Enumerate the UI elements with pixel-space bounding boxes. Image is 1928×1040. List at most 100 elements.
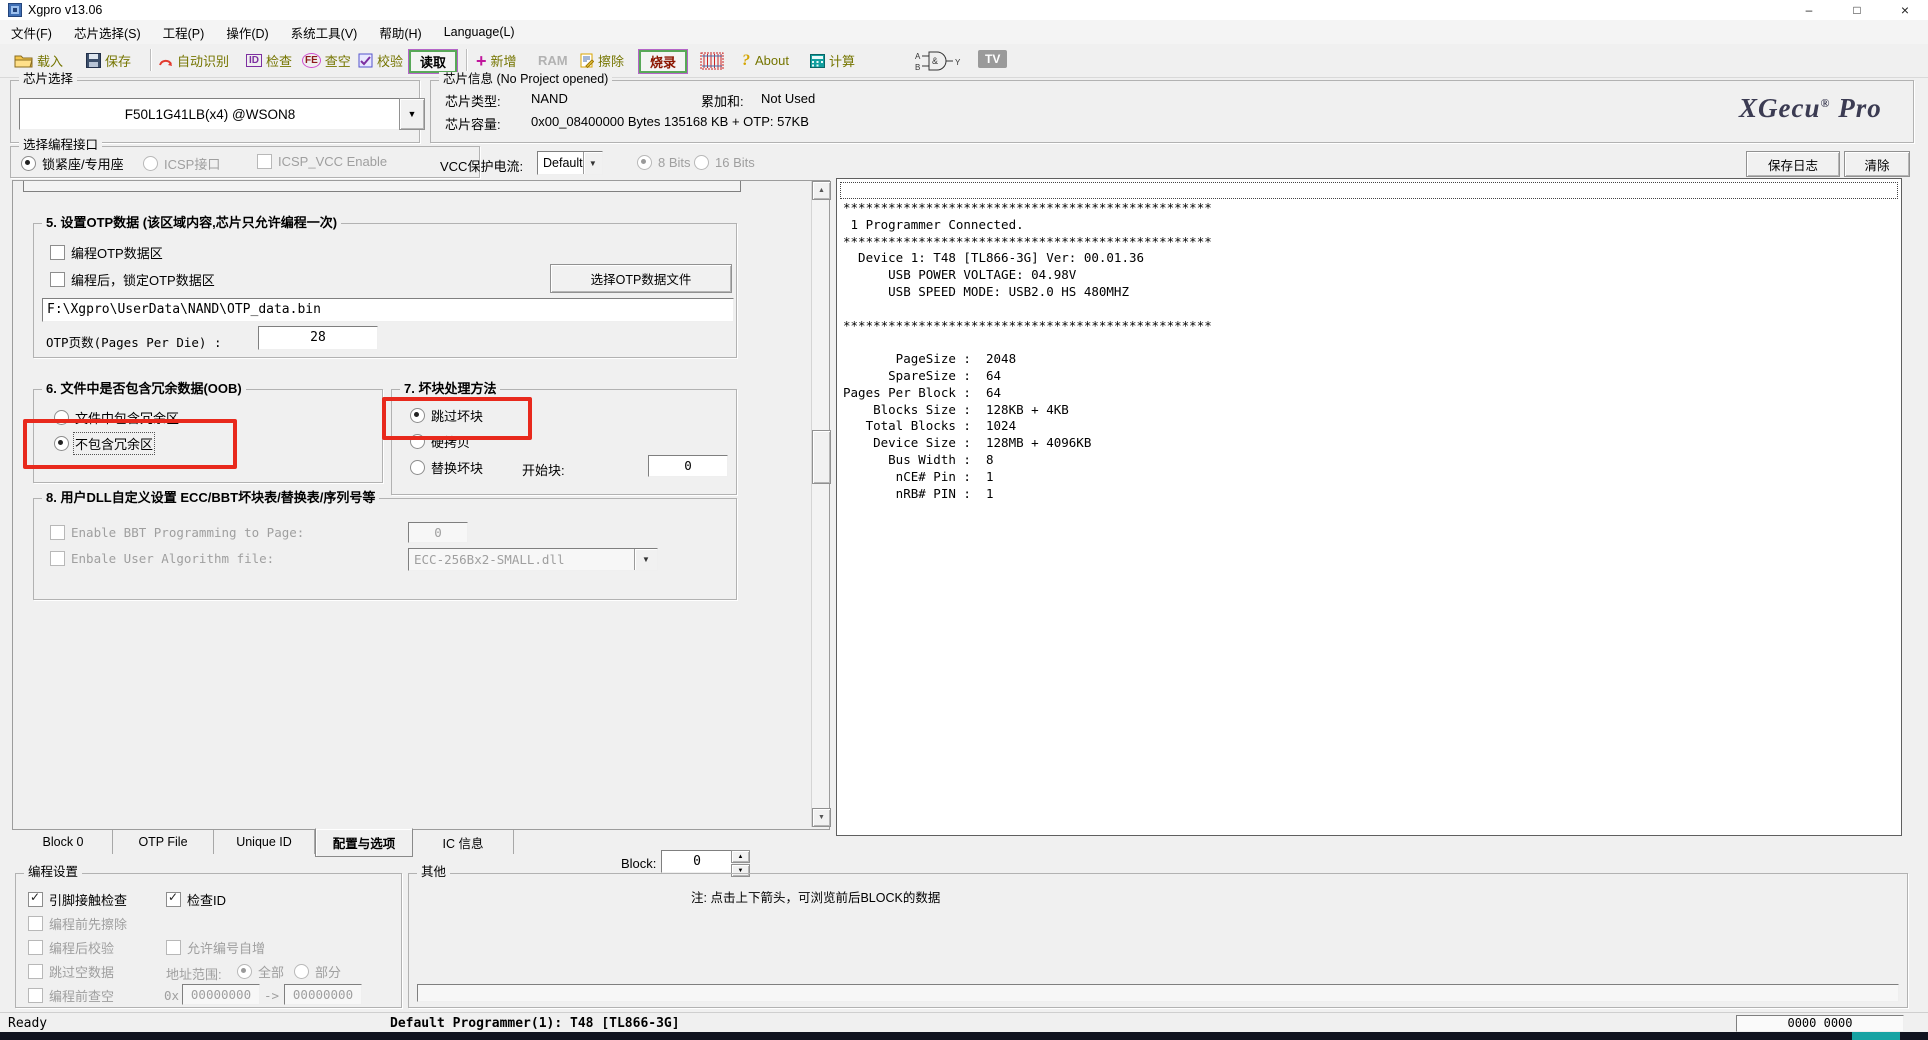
prog-settings-title: 编程设置: [24, 865, 82, 880]
log-panel[interactable]: ****************************************…: [836, 178, 1902, 836]
app-icon: [8, 3, 22, 17]
about-button[interactable]: ? About: [742, 44, 789, 77]
tab-config-options[interactable]: 配置与选项: [315, 828, 413, 857]
svg-text:Y: Y: [955, 58, 961, 67]
socket-tool-button[interactable]: [700, 44, 724, 77]
svg-text:A: A: [915, 52, 921, 61]
calc-button[interactable]: 计算: [810, 44, 855, 77]
scrollbar-up-arrow[interactable]: ▲: [812, 181, 831, 200]
tab-otp-file[interactable]: OTP File: [113, 830, 214, 854]
otp-pages-input[interactable]: 28: [258, 326, 378, 350]
otp-section-title: 5. 设置OTP数据 (该区域内容,芯片只允许编程一次): [42, 215, 341, 230]
close-button[interactable]: ×: [1888, 0, 1922, 20]
hex-prefix-label: 0x: [164, 988, 179, 1003]
xgecu-logo: XGecu® Pro: [1739, 93, 1882, 124]
user-dll-section-title: 8. 用户DLL自定义设置 ECC/BBT坏块表/替换表/序列号等: [42, 490, 379, 505]
otp-data-section: 5. 设置OTP数据 (该区域内容,芯片只允许编程一次) 编程OTP数据区 编程…: [33, 223, 737, 358]
program-otp-checkbox[interactable]: 编程OTP数据区: [50, 243, 163, 262]
choose-otp-file-button[interactable]: 选择OTP数据文件: [550, 264, 732, 293]
interface-group: 选择编程接口 锁紧座/专用座 ICSP接口 ICSP_VCC Enable: [10, 146, 480, 178]
program-button[interactable]: 烧录: [638, 49, 688, 74]
menu-item-system-tools[interactable]: 系统工具(V): [280, 20, 369, 45]
desktop-strip-accent: [1852, 1032, 1900, 1040]
title-bar: Xgpro v13.06 – □ ×: [0, 0, 1928, 21]
radio-icon: [294, 964, 309, 979]
verify-icon: [358, 53, 373, 68]
tab-ic-info[interactable]: IC 信息: [413, 830, 514, 854]
scrollbar-thumb[interactable]: [812, 430, 831, 484]
save-icon: [86, 53, 101, 68]
menu-item-project[interactable]: 工程(P): [152, 20, 216, 45]
block-nav-note: 注: 点击上下箭头，可浏览前后BLOCK的数据: [691, 887, 940, 906]
menu-item-help[interactable]: 帮助(H): [368, 20, 432, 45]
settings-scrollbar[interactable]: ▲ ▼: [811, 181, 829, 827]
verify-button[interactable]: 校验: [358, 44, 403, 77]
radio-icon: [694, 155, 709, 170]
bits8-radio: 8 Bits: [637, 155, 691, 170]
checkbox-icon: [28, 916, 43, 931]
checkbox-icon: [50, 551, 65, 566]
clear-log-button[interactable]: 清除: [1844, 151, 1910, 177]
blank-check-button[interactable]: FE 查空: [302, 44, 351, 77]
checkbox-icon: [50, 525, 65, 540]
radio-icon: [410, 460, 425, 475]
user-algorithm-checkbox: Enbale User Algorithm file:: [50, 551, 274, 566]
check-id-button[interactable]: ID 检查: [246, 44, 292, 77]
capacity-value: 0x00_08400000 Bytes 135168 KB + OTP: 57K…: [531, 114, 809, 129]
menu-item-language[interactable]: Language(L): [433, 22, 526, 42]
menu-item-chip-select[interactable]: 芯片选择(S): [63, 20, 152, 45]
auto-detect-button[interactable]: 自动识别: [158, 44, 229, 77]
otp-file-path-input[interactable]: F:\Xgpro\UserData\NAND\OTP_data.bin: [42, 298, 734, 322]
verify-after-checkbox: 编程后校验: [28, 938, 114, 957]
user-dll-section: 8. 用户DLL自定义设置 ECC/BBT坏块表/替换表/序列号等 Enable…: [33, 498, 737, 600]
pin-check-checkbox[interactable]: 引脚接触检查: [28, 890, 127, 909]
menu-bar: 文件(F) 芯片选择(S) 工程(P) 操作(D) 系统工具(V) 帮助(H) …: [0, 20, 1928, 45]
icsp-radio: ICSP接口: [143, 154, 220, 173]
auto-detect-icon: [158, 55, 173, 67]
maximize-button[interactable]: □: [1840, 0, 1874, 20]
checksum-value: Not Used: [761, 91, 815, 106]
check-id-checkbox[interactable]: 检查ID: [166, 890, 226, 909]
addr-range-label: 地址范围:: [166, 964, 222, 983]
lock-otp-checkbox[interactable]: 编程后，锁定OTP数据区: [50, 270, 215, 289]
tv-button[interactable]: TV: [978, 50, 1007, 68]
socket-radio[interactable]: 锁紧座/专用座: [21, 154, 124, 173]
menu-item-file[interactable]: 文件(F): [0, 20, 63, 45]
block-input[interactable]: 0: [661, 850, 733, 873]
chip-select-dropdown-button[interactable]: ▼: [399, 98, 425, 130]
highlight-box-skip-bad: [382, 397, 532, 440]
radio-icon: [143, 156, 158, 171]
scrolled-control-edge: [23, 181, 741, 192]
app-window: Xgpro v13.06 – □ × 文件(F) 芯片选择(S) 工程(P) 操…: [0, 0, 1928, 1040]
capacity-label: 芯片容量:: [445, 114, 501, 133]
status-counter: 0000 0000: [1736, 1015, 1904, 1032]
tab-unique-id[interactable]: Unique ID: [214, 830, 315, 854]
spinner-up-button[interactable]: ▲: [731, 850, 750, 863]
radio-icon: [637, 155, 652, 170]
save-button[interactable]: 保存: [86, 44, 131, 77]
checkbox-icon: [28, 940, 43, 955]
window-title: Xgpro v13.06: [28, 3, 102, 17]
bits16-radio: 16 Bits: [694, 155, 755, 170]
start-block-input[interactable]: 0: [648, 455, 728, 477]
minimize-button[interactable]: –: [1792, 0, 1826, 20]
log-text: ****************************************…: [843, 200, 1212, 502]
calculator-icon: [810, 54, 825, 68]
checkbox-icon: [28, 988, 43, 1003]
bad-block-section-title: 7. 坏块处理方法: [400, 381, 500, 396]
addr-part-radio: 部分: [294, 962, 341, 981]
tab-block0[interactable]: Block 0: [14, 830, 113, 854]
checkbox-icon: [257, 154, 272, 169]
addr-arrow-label: ->: [264, 988, 279, 1003]
progress-bar: [417, 984, 1899, 1002]
desktop-strip: [0, 1032, 1928, 1040]
chip-select-combobox[interactable]: F50L1G41LB(x4) @WSON8: [19, 98, 401, 130]
chip-select-group: 芯片选择 F50L1G41LB(x4) @WSON8 ▼: [10, 80, 420, 143]
read-button[interactable]: 读取: [408, 49, 458, 74]
logic-gate-button[interactable]: AB&Y: [915, 44, 965, 77]
scrollbar-down-arrow[interactable]: ▼: [812, 808, 831, 827]
menu-item-operation[interactable]: 操作(D): [215, 20, 279, 45]
vcc-current-select[interactable]: Default ▼: [537, 151, 603, 175]
save-log-button[interactable]: 保存日志: [1746, 151, 1840, 177]
replace-bad-block-radio[interactable]: 替换坏块: [410, 458, 483, 477]
